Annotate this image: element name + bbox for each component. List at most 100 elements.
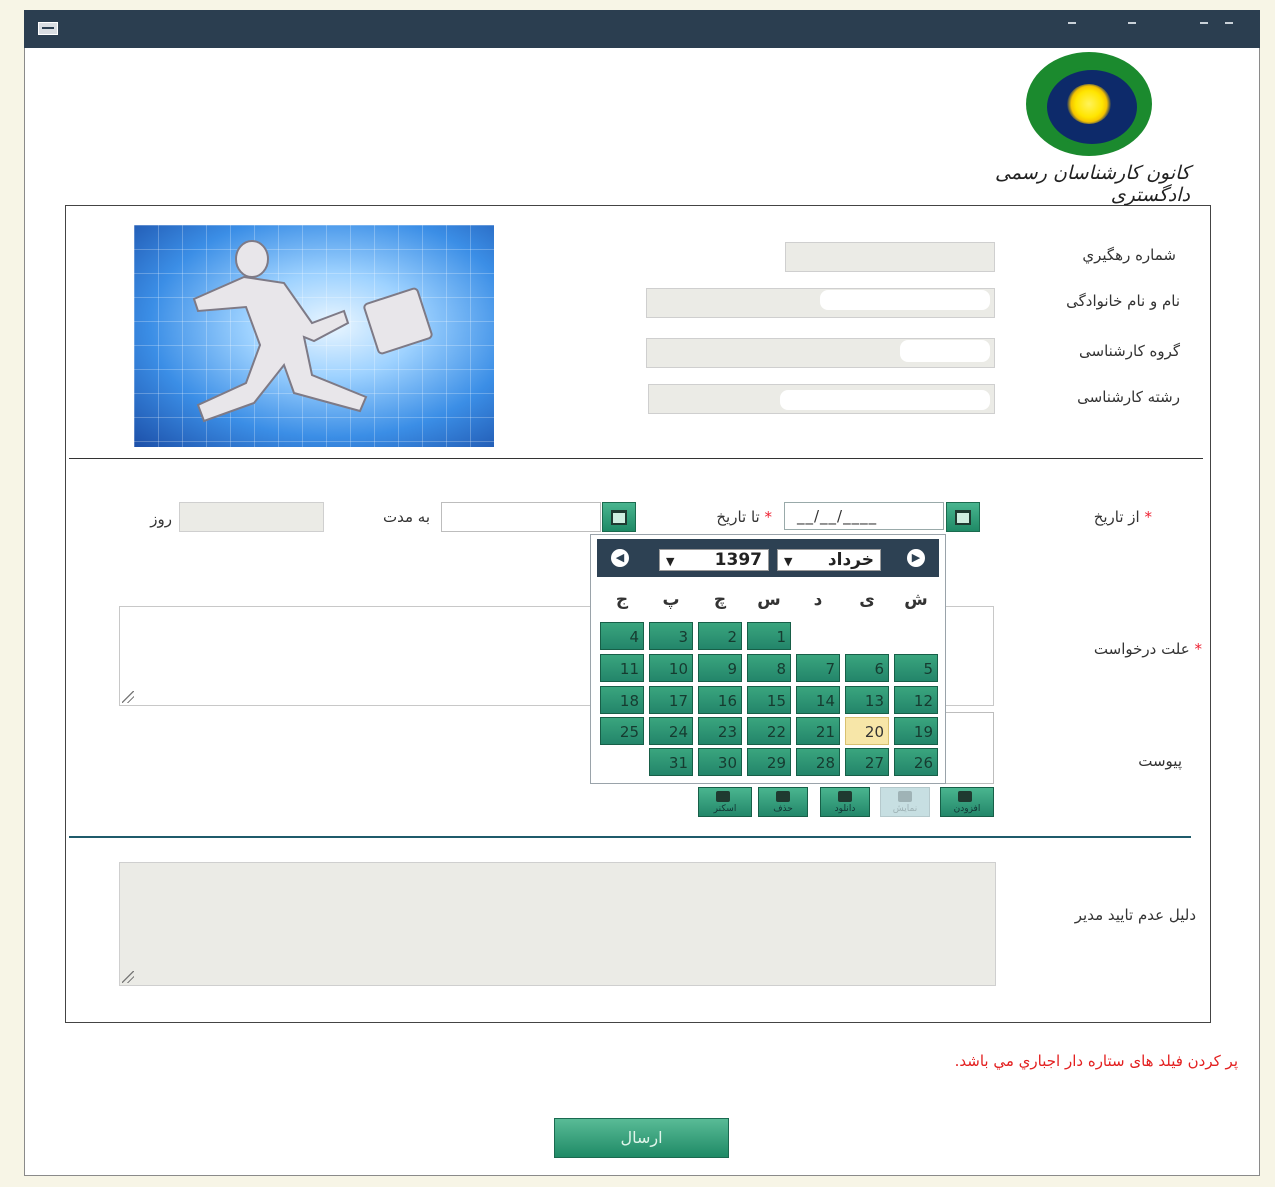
weekday-header: پ (662, 590, 680, 610)
calendar-day[interactable]: 18 (600, 686, 644, 714)
weekday-header: س (757, 590, 781, 610)
from-date-calendar-button[interactable] (946, 502, 980, 532)
from-date-input[interactable]: __/__/____ (784, 502, 944, 530)
download-icon (838, 791, 852, 802)
manager-rejection-reason-label: دليل عدم تاييد مدير (1074, 906, 1196, 924)
calendar-day[interactable]: 19 (894, 717, 938, 745)
duration-field (179, 502, 324, 532)
expert-group-label: گروه کارشناسی (1079, 342, 1180, 360)
weekday-header: ی (859, 590, 875, 610)
prev-month-icon[interactable]: ◀ (611, 549, 629, 567)
calendar-day[interactable]: 1 (747, 622, 791, 650)
from-date-text: از تاريخ (1093, 508, 1140, 526)
trash-icon (776, 791, 790, 802)
request-reason-label: * علت درخواست (1030, 640, 1202, 658)
calendar-icon (955, 509, 971, 525)
calendar-day[interactable]: 2 (698, 622, 742, 650)
calendar-day[interactable]: 14 (796, 686, 840, 714)
titlebar-dot (1128, 22, 1136, 24)
section-divider (69, 836, 1191, 838)
title-bar (24, 10, 1260, 48)
calendar-day[interactable]: 28 (796, 748, 840, 776)
manager-rejection-reason-textarea (119, 862, 996, 986)
redacted-value (900, 340, 990, 362)
calendar-day[interactable]: 17 (649, 686, 693, 714)
titlebar-dot (1200, 22, 1208, 24)
calendar-day[interactable]: 30 (698, 748, 742, 776)
weekday-header: ش (904, 590, 928, 610)
calendar-day[interactable]: 27 (845, 748, 889, 776)
attachment-delete-label: حذف (773, 804, 793, 814)
attachment-label: پیوست (1138, 752, 1182, 770)
attachment-download-label: دانلود (834, 804, 856, 814)
tracking-number-field (785, 242, 995, 272)
month-select[interactable]: ▼ خرداد (777, 549, 881, 571)
resize-handle-icon (122, 971, 134, 983)
calendar-day[interactable]: 24 (649, 717, 693, 745)
titlebar-dot (1068, 22, 1076, 24)
attachment-scan-label: اسکنر (713, 804, 737, 814)
attachment-list[interactable] (940, 712, 994, 784)
weekday-header: ج (615, 590, 629, 610)
calendar-day[interactable]: 26 (894, 748, 938, 776)
year-select[interactable]: ▼ 1397 (659, 549, 769, 571)
calendar-day[interactable]: 5 (894, 654, 938, 682)
calendar-day[interactable]: 6 (845, 654, 889, 682)
calendar-day-today[interactable]: 20 (845, 717, 889, 745)
calendar-day[interactable]: 29 (747, 748, 791, 776)
calendar-day[interactable]: 11 (600, 654, 644, 682)
titlebar-dot (1225, 22, 1233, 24)
window-menu-icon[interactable] (38, 22, 58, 35)
required-mark: * (1144, 508, 1153, 526)
next-month-icon[interactable]: ▶ (907, 549, 925, 567)
date-picker-header: ▶ ◀ ▼ خرداد ▼ 1397 (597, 539, 939, 577)
plus-icon (958, 791, 972, 802)
attachment-view-button[interactable]: نمايش (880, 787, 930, 817)
calendar-day[interactable]: 12 (894, 686, 938, 714)
attachment-download-button[interactable]: دانلود (820, 787, 870, 817)
calendar-day[interactable]: 15 (747, 686, 791, 714)
to-date-calendar-button[interactable] (602, 502, 636, 532)
submit-button[interactable]: ارسال (554, 1118, 729, 1158)
calendar-day[interactable]: 25 (600, 717, 644, 745)
weekday-header: چ (713, 590, 727, 610)
calendar-day[interactable]: 22 (747, 717, 791, 745)
required-fields-note: پر کردن فیلد های ستاره دار اجباري مي باش… (954, 1052, 1238, 1070)
scanner-icon (716, 791, 730, 802)
attachment-add-label: افزودن (953, 804, 981, 814)
calendar-day[interactable]: 10 (649, 654, 693, 682)
calendar-day[interactable]: 9 (698, 654, 742, 682)
to-date-input[interactable] (441, 502, 601, 532)
to-date-text: تا تاريخ (716, 508, 760, 526)
calendar-day[interactable]: 23 (698, 717, 742, 745)
chevron-down-icon: ▼ (666, 555, 675, 568)
calendar-day[interactable]: 21 (796, 717, 840, 745)
month-select-value: خرداد (827, 550, 874, 570)
calendar-day[interactable]: 13 (845, 686, 889, 714)
required-mark: * (1194, 640, 1203, 658)
calendar-day[interactable]: 4 (600, 622, 644, 650)
redacted-value (780, 390, 990, 410)
calendar-icon (611, 509, 627, 525)
attachment-scan-button[interactable]: اسکنر (698, 787, 752, 817)
eye-icon (898, 791, 912, 802)
chevron-down-icon: ▼ (784, 555, 793, 568)
calendar-day[interactable]: 8 (747, 654, 791, 682)
section-divider (69, 458, 1203, 459)
resize-handle-icon[interactable] (122, 691, 134, 703)
sun-icon (1067, 84, 1111, 124)
attachment-add-button[interactable]: افزودن (940, 787, 994, 817)
calendar-day[interactable]: 3 (649, 622, 693, 650)
calendar-day[interactable]: 31 (649, 748, 693, 776)
from-date-label: * از تاريخ (1040, 508, 1152, 526)
attachment-delete-button[interactable]: حذف (758, 787, 808, 817)
request-reason-text: علت درخواست (1093, 640, 1190, 658)
calendar-day[interactable]: 7 (796, 654, 840, 682)
to-date-label: * تا تاريخ (660, 508, 772, 526)
attachment-view-label: نمايش (892, 804, 918, 814)
calendar-day[interactable]: 16 (698, 686, 742, 714)
redacted-value (820, 290, 990, 310)
expert-field-label: رشته کارشناسی (1077, 388, 1180, 406)
duration-label: به مدت (382, 508, 430, 526)
tracking-number-label: شماره رهگيري (1082, 246, 1176, 264)
